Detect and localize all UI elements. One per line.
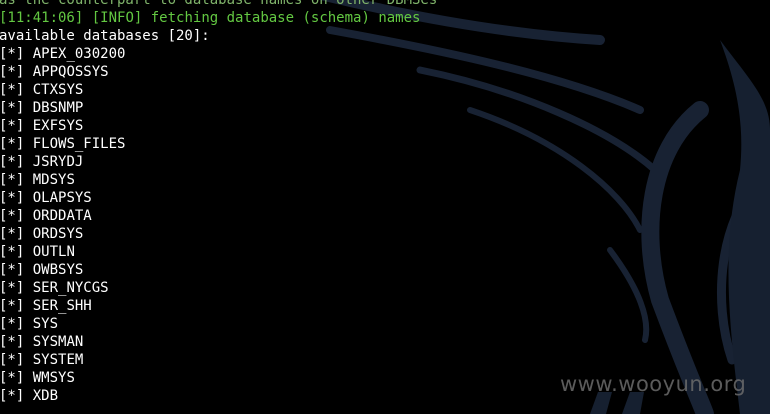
watermark: www.wooyun.org	[560, 372, 747, 396]
bullet-marker: [*]	[0, 154, 25, 170]
database-list-item: [*] SYSMAN	[0, 333, 437, 351]
database-name: OWBSYS	[32, 262, 84, 278]
bullet-marker: [*]	[0, 64, 25, 80]
database-name: EXFSYS	[32, 118, 84, 134]
database-name: CTXSYS	[32, 82, 84, 98]
partial-line: as the counterpart to database names on …	[0, 0, 438, 8]
database-list-item: [*] MDSYS	[0, 171, 437, 189]
database-list-item: [*] APEX_030200	[0, 45, 437, 63]
database-name: APEX_030200	[32, 46, 126, 62]
database-name: OUTLN	[32, 244, 75, 260]
database-list-item: [*] SER_SHH	[0, 297, 437, 315]
log-line: [11:41:06] [INFO] fetching database (sch…	[0, 9, 437, 27]
log-timestamp: [11:41:06]	[0, 10, 84, 26]
bullet-marker: [*]	[0, 280, 25, 296]
bullet-marker: [*]	[0, 388, 25, 404]
bullet-marker: [*]	[0, 298, 25, 314]
bullet-marker: [*]	[0, 370, 25, 386]
database-list-item: [*] FLOWS_FILES	[0, 135, 437, 153]
log-message: fetching database (schema) names	[150, 10, 421, 26]
bullet-marker: [*]	[0, 82, 25, 98]
bullet-marker: [*]	[0, 226, 25, 242]
database-name: WMSYS	[32, 370, 75, 386]
database-name: ORDDATA	[32, 208, 92, 224]
database-list-item: [*] OWBSYS	[0, 261, 437, 279]
database-name: SER_SHH	[32, 298, 92, 314]
database-list-item: [*] SYSTEM	[0, 351, 437, 369]
bullet-marker: [*]	[0, 316, 25, 332]
database-name: SYS	[32, 316, 59, 332]
database-name: SYSMAN	[32, 334, 84, 350]
database-name: SYSTEM	[32, 352, 84, 368]
database-name: FLOWS_FILES	[32, 136, 126, 152]
database-list-item: [*] XDB	[0, 387, 437, 405]
database-list-item: [*] SER_NYCGS	[0, 279, 437, 297]
bullet-marker: [*]	[0, 172, 25, 188]
bullet-marker: [*]	[0, 208, 25, 224]
database-name: SER_NYCGS	[32, 280, 109, 296]
database-list-item: [*] EXFSYS	[0, 117, 437, 135]
database-name: DBSNMP	[32, 100, 84, 116]
database-list: [*] APEX_030200 [*] APPQOSSYS [*] CTXSYS [*…	[0, 45, 437, 405]
database-list-item: [*] ORDDATA	[0, 207, 437, 225]
database-list-item: [*] DBSNMP	[0, 99, 437, 117]
database-name: APPQOSSYS	[32, 64, 109, 80]
bullet-marker: [*]	[0, 190, 25, 206]
database-list-item: [*] SYS	[0, 315, 437, 333]
database-list-item: [*] CTXSYS	[0, 81, 437, 99]
database-list-item: [*] ORDSYS	[0, 225, 437, 243]
database-list-item: [*] OUTLN	[0, 243, 437, 261]
database-name: ORDSYS	[32, 226, 84, 242]
bullet-marker: [*]	[0, 136, 25, 152]
database-list-item: [*] JSRYDJ	[0, 153, 437, 171]
bullet-marker: [*]	[0, 352, 25, 368]
databases-header: available databases [20]:	[0, 28, 210, 44]
terminal-window[interactable]: as the counterpart to database names on …	[0, 0, 770, 414]
database-name: MDSYS	[32, 172, 75, 188]
database-name: XDB	[32, 388, 59, 404]
bullet-marker: [*]	[0, 334, 25, 350]
database-list-item: [*] APPQOSSYS	[0, 63, 437, 81]
log-level: [INFO]	[91, 10, 143, 26]
database-list-item: [*] WMSYS	[0, 369, 437, 387]
bullet-marker: [*]	[0, 46, 25, 62]
database-name: JSRYDJ	[32, 154, 84, 170]
bullet-marker: [*]	[0, 100, 25, 116]
bullet-marker: [*]	[0, 118, 25, 134]
bullet-marker: [*]	[0, 244, 25, 260]
terminal-output: as the counterpart to database names on …	[0, 0, 437, 405]
database-name: OLAPSYS	[32, 190, 92, 206]
bullet-marker: [*]	[0, 262, 25, 278]
database-list-item: [*] OLAPSYS	[0, 189, 437, 207]
